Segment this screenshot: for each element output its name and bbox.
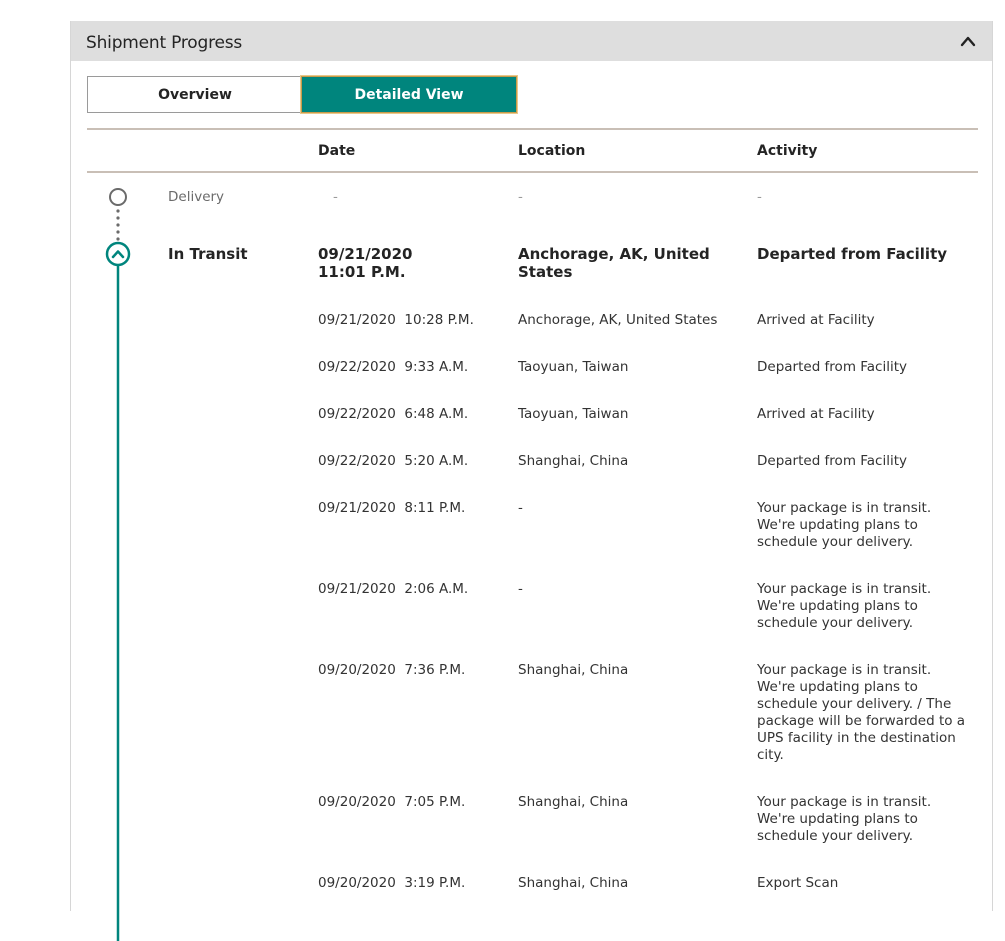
delivery-location: - [518,189,523,205]
event-location: - [518,581,523,597]
event-activity-line: schedule your delivery. [757,828,914,844]
event-location: Anchorage, AK, United States [518,312,718,328]
event-activity-line: Your package is in transit. [757,794,932,810]
event-activity-line: schedule your delivery. [757,615,914,631]
event-activity-line: Arrived at Facility [757,312,875,328]
detailed-view-button[interactable]: Detailed View [301,76,517,113]
event-activity-line: Your package is in transit. [757,581,932,597]
event-activity: Your package is in transit. We're updati… [757,662,965,764]
event-activity: Your package is in transit. We're updati… [757,500,931,551]
event-activity-line: Departed from Facility [757,359,908,375]
event-date: 09/22/2020 9:33 A.M. [318,359,469,375]
panel-title: Shipment Progress [86,33,243,53]
event-activity-line: UPS facility in the destination [757,730,956,746]
chevron-up-icon[interactable] [960,35,976,47]
event-date: 09/20/2020 7:36 P.M. [318,662,466,678]
event-activity-line: Arrived at Facility [757,406,875,422]
event-date: 09/21/2020 8:11 P.M. [318,500,466,516]
event-activity: Export Scan [757,875,838,892]
panel-header[interactable]: Shipment Progress [71,21,992,61]
empty-circle-icon [109,188,127,206]
event-date: 09/22/2020 6:48 A.M. [318,406,469,422]
in-transit-date: 09/21/2020 11:01 P.M. [318,245,412,281]
event-activity-line: Your package is in transit. [757,662,932,678]
event-activity: Departed from Facility [757,359,907,376]
event-activity-line: Your package is in transit. [757,500,932,516]
event-date: 09/20/2020 7:05 P.M. [318,794,466,810]
view-toggle: Overview Detailed View [87,76,517,113]
event-location: Taoyuan, Taiwan [518,359,629,375]
event-activity: Arrived at Facility [757,406,875,423]
event-activity-line: We're updating plans to [757,517,918,533]
event-location: - [518,500,523,516]
overview-button[interactable]: Overview [87,76,302,113]
event-location: Taoyuan, Taiwan [518,406,629,422]
in-transit-activity: Departed from Facility [757,245,948,263]
column-header-activity: Activity [757,143,818,159]
event-location: Shanghai, China [518,453,629,469]
column-header-location: Location [518,143,586,159]
chevron-up-circle-icon [105,241,131,267]
table-header-divider [87,171,978,173]
event-location: Shanghai, China [518,875,629,891]
event-activity: Your package is in transit. We're updati… [757,794,931,845]
in-transit-time-line: 11:01 P.M. [318,263,406,281]
event-date: 09/21/2020 10:28 P.M. [318,312,474,328]
event-activity: Arrived at Facility [757,312,875,329]
table-top-divider [87,128,978,130]
event-activity-line: Export Scan [757,875,839,891]
event-activity-line: Departed from Facility [757,453,908,469]
event-activity-line: city. [757,747,784,763]
event-activity-line: schedule your delivery. / The [757,696,952,712]
event-activity-line: We're updating plans to [757,598,918,614]
milestone-label-in-transit: In Transit [168,245,248,263]
event-date: 09/20/2020 3:19 P.M. [318,875,466,891]
progress-timeline [105,188,131,941]
in-transit-location-line: States [518,263,573,281]
in-transit-location-line: Anchorage, AK, United [518,245,710,263]
event-activity: Departed from Facility [757,453,907,470]
shipment-progress-panel: Shipment Progress Overview Detailed View… [70,21,993,941]
event-activity-line: package will be forwarded to a [757,713,966,729]
event-activity-line: We're updating plans to [757,679,918,695]
event-activity: Your package is in transit. We're updati… [757,581,931,632]
milestone-label-delivery: Delivery [168,189,225,205]
column-header-date: Date [318,143,356,159]
event-location: Shanghai, China [518,662,629,678]
event-date: 09/21/2020 2:06 A.M. [318,581,469,597]
event-date: 09/22/2020 5:20 A.M. [318,453,469,469]
in-transit-location: Anchorage, AK, United States [518,245,710,281]
event-activity-line: We're updating plans to [757,811,918,827]
delivery-date: - [333,189,338,205]
in-transit-date-line: 09/21/2020 [318,245,413,263]
delivery-activity: - [757,189,762,205]
event-location: Shanghai, China [518,794,629,810]
event-activity-line: schedule your delivery. [757,534,914,550]
